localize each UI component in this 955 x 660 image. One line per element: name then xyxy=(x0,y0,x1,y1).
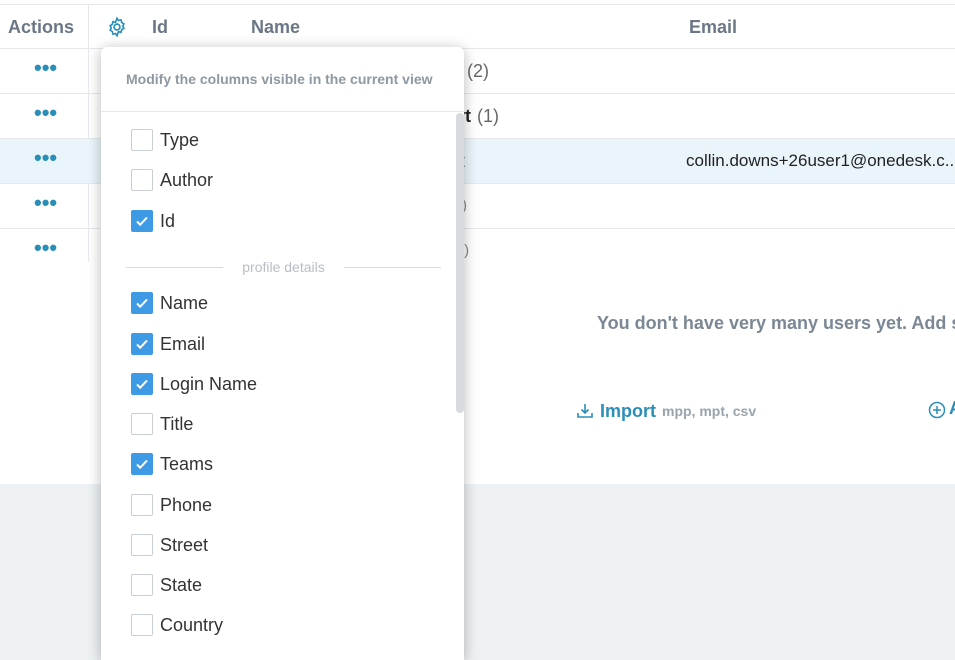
checkbox[interactable] xyxy=(131,169,153,191)
column-option-country[interactable]: Country xyxy=(131,613,223,637)
checkmark-icon xyxy=(136,216,148,227)
checkbox[interactable] xyxy=(131,574,153,596)
column-option-email[interactable]: Email xyxy=(131,332,205,356)
import-formats: mpp, mpt, csv xyxy=(662,403,757,419)
column-picker-header: Modify the columns visible in the curren… xyxy=(101,47,464,112)
column-option-phone[interactable]: Phone xyxy=(131,493,212,517)
row-actions-button[interactable]: ••• xyxy=(34,237,57,261)
header-name[interactable]: Name xyxy=(251,5,300,49)
row-email: collin.downs+26user1@onedesk.c... xyxy=(686,151,955,170)
column-option-author[interactable]: Author xyxy=(131,168,213,192)
column-picker-popup: Modify the columns visible in the curren… xyxy=(101,47,464,660)
checkbox-checked[interactable] xyxy=(131,210,153,232)
profile-details-divider: profile details xyxy=(126,257,441,277)
row-actions-button[interactable]: ••• xyxy=(34,57,57,81)
checkbox-checked[interactable] xyxy=(131,373,153,395)
column-option-state[interactable]: State xyxy=(131,573,202,597)
column-option-id[interactable]: Id xyxy=(131,209,175,233)
column-option-login-name[interactable]: Login Name xyxy=(131,372,257,396)
header-id[interactable]: Id xyxy=(152,5,168,49)
checkmark-icon xyxy=(136,379,148,390)
import-button[interactable]: Import mpp, mpt, csv xyxy=(576,400,756,422)
header-email[interactable]: Email xyxy=(689,5,737,49)
checkmark-icon xyxy=(136,459,148,470)
column-option-name[interactable]: Name xyxy=(131,291,208,315)
column-option-street[interactable]: Street xyxy=(131,533,208,557)
column-settings-gear-icon[interactable] xyxy=(106,16,128,38)
header-actions: Actions xyxy=(8,17,75,37)
row-actions-button[interactable]: ••• xyxy=(34,102,57,126)
checkbox[interactable] xyxy=(131,129,153,151)
checkmark-icon xyxy=(136,339,148,350)
row-actions-button[interactable]: ••• xyxy=(34,192,57,216)
checkbox-checked[interactable] xyxy=(131,292,153,314)
table-header: Actions Id Name Email xyxy=(0,4,955,49)
checkmark-icon xyxy=(136,298,148,309)
column-option-title[interactable]: Title xyxy=(131,412,193,436)
download-icon xyxy=(577,404,593,418)
checkbox[interactable] xyxy=(131,494,153,516)
checkbox-checked[interactable] xyxy=(131,333,153,355)
column-picker-description: Modify the columns visible in the curren… xyxy=(126,71,433,87)
row-actions-button[interactable]: ••• xyxy=(34,147,57,171)
column-option-teams[interactable]: Teams xyxy=(131,452,213,476)
checkbox[interactable] xyxy=(131,614,153,636)
add-link-label[interactable]: A xyxy=(949,398,955,419)
empty-state-message: You don't have very many users yet. Add … xyxy=(597,313,955,333)
add-circle-icon[interactable] xyxy=(928,401,946,419)
column-picker-scrollbar[interactable] xyxy=(456,113,464,413)
import-label: Import xyxy=(600,400,656,421)
checkbox[interactable] xyxy=(131,534,153,556)
row-name: rt (1) xyxy=(458,106,499,126)
checkbox-checked[interactable] xyxy=(131,453,153,475)
column-option-type[interactable]: Type xyxy=(131,128,199,152)
checkbox[interactable] xyxy=(131,413,153,435)
